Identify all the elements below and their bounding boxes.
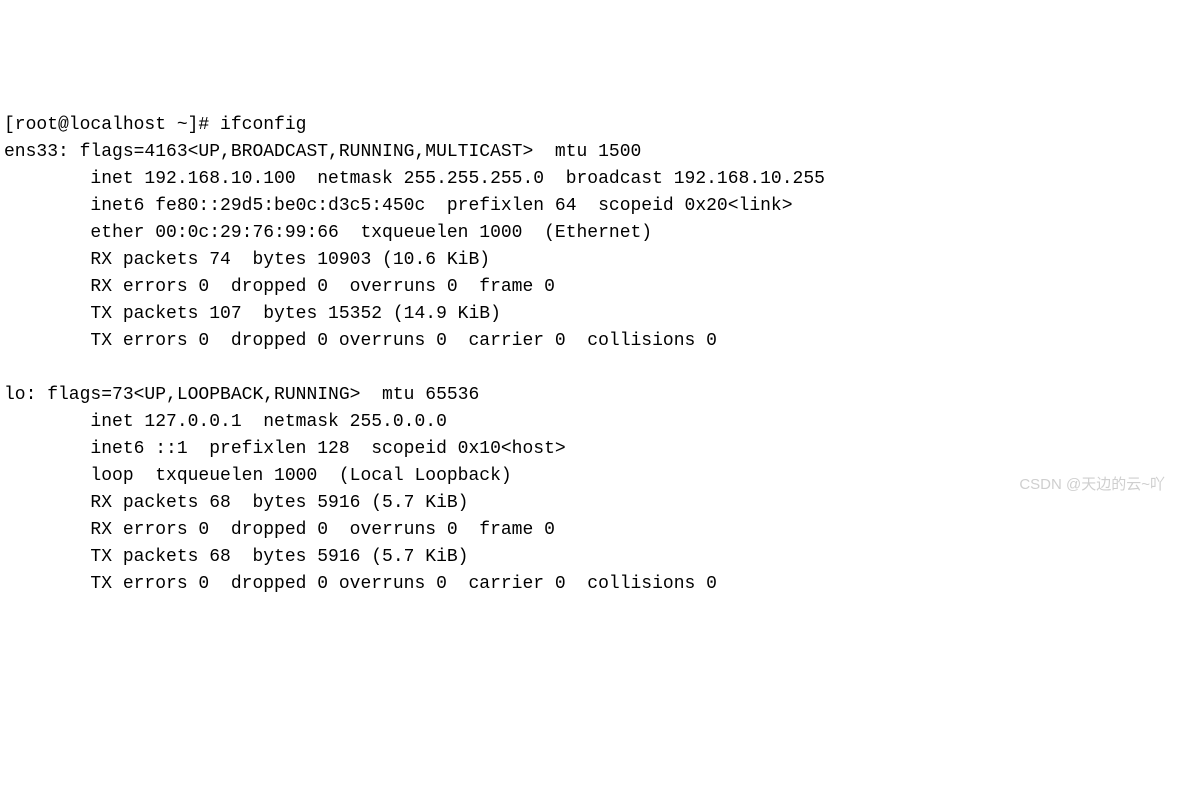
iface-link-line: ether 00:0c:29:76:99:66 txqueuelen 1000 …	[4, 223, 652, 243]
terminal-output: [root@localhost ~]# ifconfig ens33: flag…	[4, 112, 1173, 598]
iface-rx-packets-line: RX packets 74 bytes 10903 (10.6 KiB)	[4, 250, 490, 270]
iface-flags-line: lo: flags=73<UP,LOOPBACK,RUNNING> mtu 65…	[4, 385, 479, 405]
iface-tx-packets-line: TX packets 68 bytes 5916 (5.7 KiB)	[4, 547, 468, 567]
iface-link-line: loop txqueuelen 1000 (Local Loopback)	[4, 466, 512, 486]
iface-rx-errors-line: RX errors 0 dropped 0 overruns 0 frame 0	[4, 277, 555, 297]
iface-inet-line: inet 127.0.0.1 netmask 255.0.0.0	[4, 412, 447, 432]
iface-inet-line: inet 192.168.10.100 netmask 255.255.255.…	[4, 169, 825, 189]
iface-flags-line: ens33: flags=4163<UP,BROADCAST,RUNNING,M…	[4, 142, 641, 162]
watermark-text: CSDN @天边的云~吖	[1019, 474, 1165, 497]
iface-rx-errors-line: RX errors 0 dropped 0 overruns 0 frame 0	[4, 520, 555, 540]
iface-tx-packets-line: TX packets 107 bytes 15352 (14.9 KiB)	[4, 304, 501, 324]
shell-prompt: [root@localhost ~]#	[4, 115, 220, 135]
iface-inet6-line: inet6 fe80::29d5:be0c:d3c5:450c prefixle…	[4, 196, 793, 216]
iface-tx-errors-line: TX errors 0 dropped 0 overruns 0 carrier…	[4, 331, 717, 351]
command-text: ifconfig	[220, 115, 306, 135]
iface-tx-errors-line: TX errors 0 dropped 0 overruns 0 carrier…	[4, 574, 717, 594]
iface-rx-packets-line: RX packets 68 bytes 5916 (5.7 KiB)	[4, 493, 468, 513]
iface-inet6-line: inet6 ::1 prefixlen 128 scopeid 0x10<hos…	[4, 439, 566, 459]
